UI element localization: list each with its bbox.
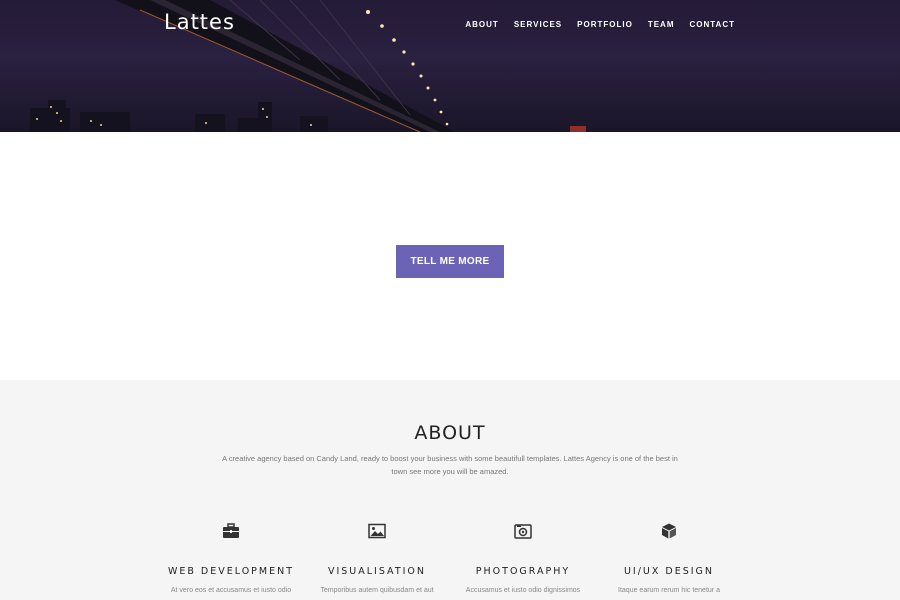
nav-item-services[interactable]: SERVICES (514, 20, 562, 29)
service-title: PHOTOGRAPHY (475, 566, 571, 577)
about-title: ABOUT (414, 422, 486, 444)
hero-banner: Lattes ABOUT SERVICES PORTFOLIO TEAM CON… (0, 0, 900, 132)
nav-item-about[interactable]: ABOUT (465, 20, 498, 29)
service-title: WEB DEVELOPMENT (167, 566, 295, 577)
main-nav: ABOUT SERVICES PORTFOLIO TEAM CONTACT (465, 20, 735, 29)
nav-item-portfolio[interactable]: PORTFOLIO (577, 20, 633, 29)
service-title: UI/UX DESIGN (623, 566, 715, 577)
camera-icon (514, 524, 532, 539)
service-web-development: WEB DEVELOPMENT At vero eos et accusamus… (156, 522, 306, 594)
about-description: A creative agency based on Candy Land, r… (222, 454, 678, 476)
service-text: Itaque earum rerum hic tenetur a (618, 587, 720, 594)
site-logo[interactable]: Lattes (164, 10, 235, 34)
service-text: Temporibus autem quibusdam et aut (320, 587, 434, 594)
city-bridge-photo (30, 0, 586, 132)
service-photography: PHOTOGRAPHY Accusamus et iusto odio dign… (448, 522, 598, 594)
briefcase-icon (223, 523, 239, 538)
service-ui-ux-design: UI/UX DESIGN Itaque earum rerum hic tene… (594, 522, 744, 594)
service-visualisation: VISUALISATION Temporibus autem quibusdam… (302, 522, 452, 594)
picture-icon (368, 523, 386, 539)
service-text: At vero eos et accusamus et iusto odio (170, 587, 292, 594)
tell-me-more-button[interactable]: TELL ME MORE (396, 245, 504, 278)
service-title: VISUALISATION (327, 566, 427, 577)
cube-icon (662, 523, 676, 539)
nav-item-team[interactable]: TEAM (648, 20, 675, 29)
service-text: Accusamus et iusto odio dignissimos (465, 587, 581, 594)
about-section: ABOUT A creative agency based on Candy L… (0, 380, 900, 600)
nav-item-contact[interactable]: CONTACT (689, 20, 735, 29)
